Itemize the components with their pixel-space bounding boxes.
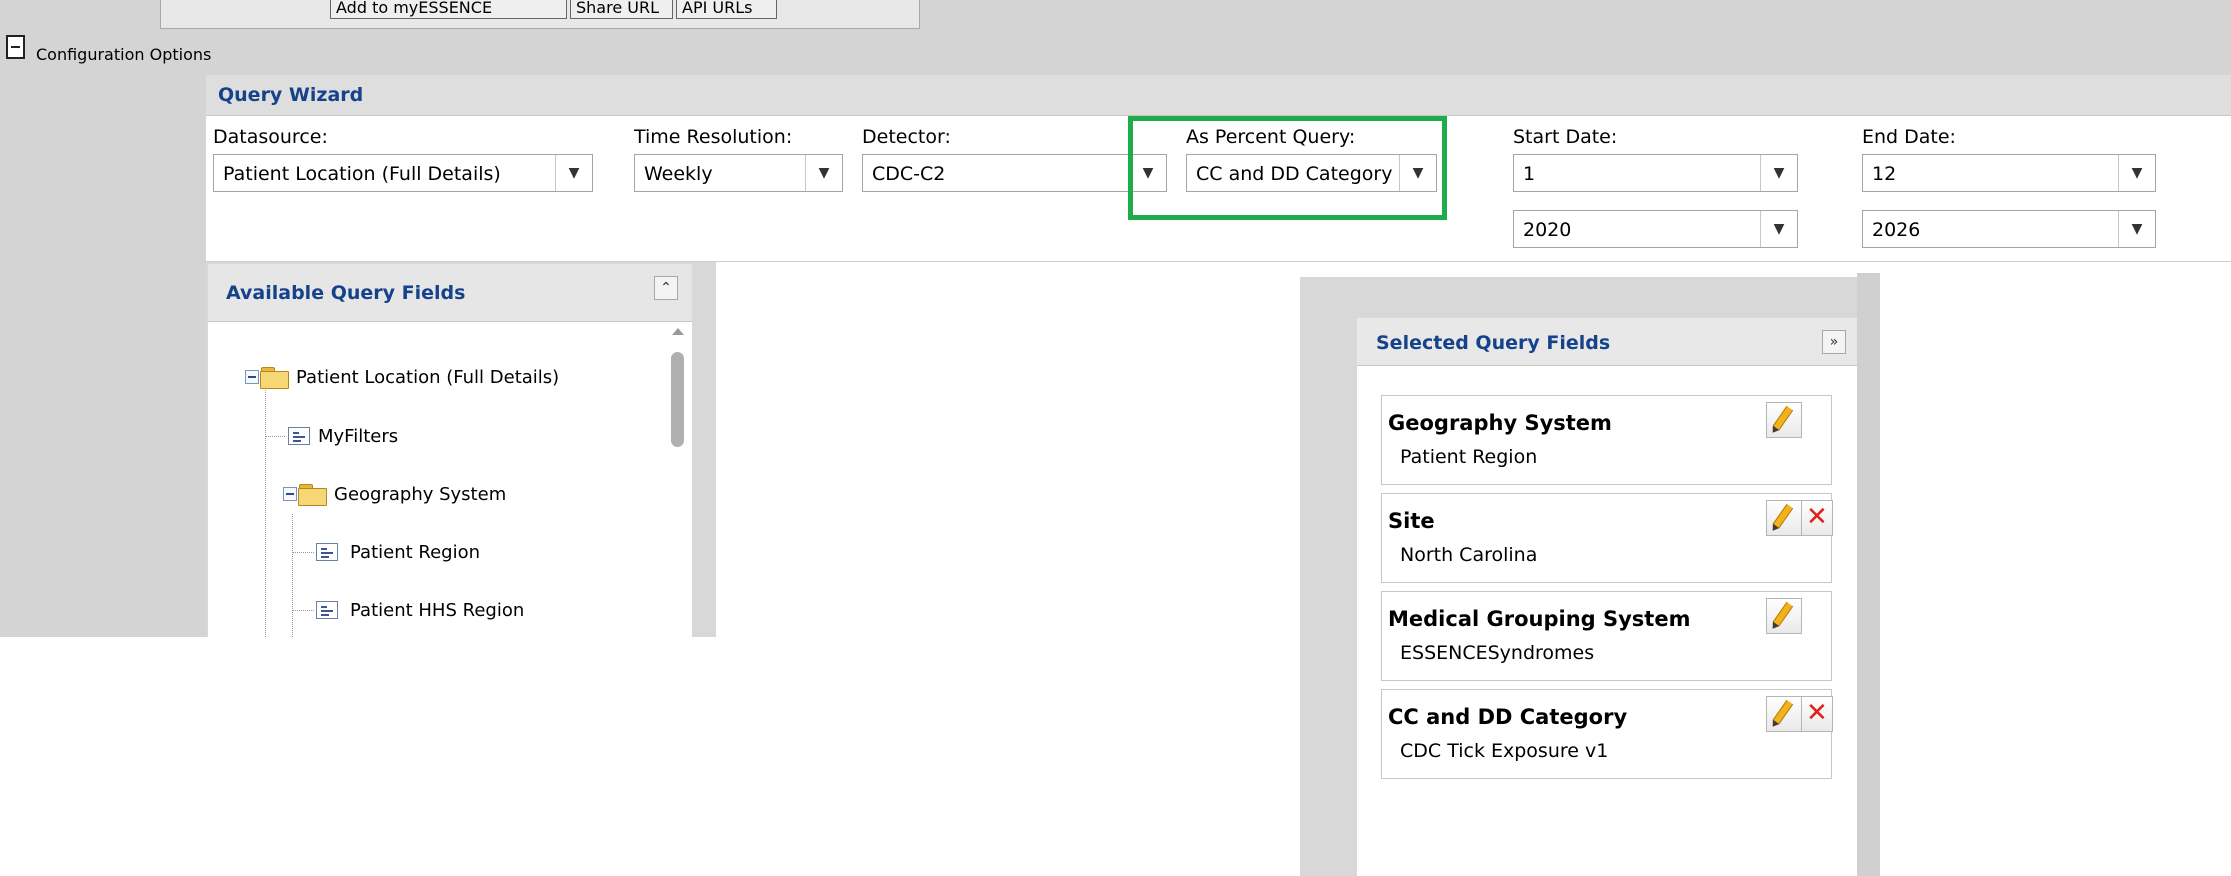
chevron-down-icon[interactable]: ▼: [2118, 155, 2155, 191]
end-month-value: 12: [1872, 163, 1897, 185]
chevron-down-icon[interactable]: ▼: [805, 155, 842, 191]
pencil-icon: [1772, 699, 1794, 725]
field-icon: [288, 427, 310, 445]
close-icon: ✕: [1806, 698, 1828, 728]
card-value: ESSENCESyndromes: [1400, 642, 1595, 664]
chevron-down-icon[interactable]: ▼: [1760, 155, 1797, 191]
edit-button[interactable]: [1766, 696, 1802, 732]
detector-value: CDC-C2: [872, 163, 946, 185]
edit-button[interactable]: [1766, 402, 1802, 438]
pencil-icon: [1772, 503, 1794, 529]
tree-line: [292, 552, 314, 553]
detector-select[interactable]: CDC-C2 ▼: [862, 154, 1167, 192]
card-title: Site: [1388, 509, 1435, 533]
collapse-icon[interactable]: [6, 35, 25, 59]
start-year-select[interactable]: 2020 ▼: [1513, 210, 1798, 248]
available-fields-title: Available Query Fields: [226, 282, 466, 304]
datasource-select[interactable]: Patient Location (Full Details) ▼: [213, 154, 593, 192]
delete-button[interactable]: ✕: [1801, 696, 1833, 732]
selected-field-card: Geography System Patient Region: [1381, 395, 1832, 485]
scroll-up-icon[interactable]: [672, 328, 684, 335]
end-date-label: End Date:: [1862, 126, 1956, 148]
time-resolution-label: Time Resolution:: [634, 126, 793, 148]
time-resolution-value: Weekly: [644, 163, 713, 185]
tree-line: [292, 514, 293, 637]
card-value: North Carolina: [1400, 544, 1538, 566]
field-icon: [316, 601, 338, 619]
tree-item-geography-system[interactable]: Geography System: [334, 484, 506, 506]
card-title: CC and DD Category: [1388, 705, 1628, 729]
tree-item-patient-location[interactable]: Patient Location (Full Details): [296, 367, 559, 389]
pencil-icon: [1772, 405, 1794, 431]
expand-right-icon[interactable]: »: [1822, 330, 1846, 354]
tree-line: [292, 610, 314, 611]
end-year-select[interactable]: 2026 ▼: [1862, 210, 2156, 248]
folder-icon: [298, 484, 327, 506]
pencil-icon: [1772, 601, 1794, 627]
left-gutter: [0, 75, 206, 637]
card-title: Medical Grouping System: [1388, 607, 1691, 631]
collapse-up-icon[interactable]: ⌃: [654, 276, 678, 300]
tree-collapse-icon[interactable]: [283, 487, 297, 501]
end-year-value: 2026: [1872, 219, 1921, 241]
chevron-down-icon[interactable]: ▼: [555, 155, 592, 191]
api-urls-button[interactable]: API URLs: [676, 0, 777, 19]
config-options-bar: [0, 33, 2231, 75]
close-icon: ✕: [1806, 502, 1828, 532]
tree-item-patient-region[interactable]: Patient Region: [350, 542, 480, 564]
datasource-label: Datasource:: [213, 126, 328, 148]
start-month-value: 1: [1523, 163, 1536, 185]
folder-icon: [260, 367, 289, 389]
tree-item-myfilters[interactable]: MyFilters: [318, 426, 398, 448]
query-wizard-header: [206, 75, 2231, 116]
card-value: Patient Region: [1400, 446, 1538, 468]
edit-button[interactable]: [1766, 598, 1802, 634]
chevron-down-icon[interactable]: ▼: [2118, 211, 2155, 247]
field-icon: [316, 543, 338, 561]
datasource-value: Patient Location (Full Details): [223, 163, 501, 185]
end-month-select[interactable]: 12 ▼: [1862, 154, 2156, 192]
selected-fields-title: Selected Query Fields: [1376, 332, 1611, 354]
share-url-button[interactable]: Share URL: [570, 0, 673, 19]
add-to-myessence-button[interactable]: Add to myESSENCE: [330, 0, 567, 19]
start-month-select[interactable]: 1 ▼: [1513, 154, 1798, 192]
start-date-label: Start Date:: [1513, 126, 1618, 148]
delete-button[interactable]: ✕: [1801, 500, 1833, 536]
tree-collapse-icon[interactable]: [245, 370, 259, 384]
query-wizard-title: Query Wizard: [218, 84, 364, 106]
available-fields-scrollbar[interactable]: [664, 322, 692, 637]
time-resolution-select[interactable]: Weekly ▼: [634, 154, 843, 192]
config-options-label: Configuration Options: [36, 45, 212, 64]
selected-field-card: Site North Carolina ✕: [1381, 493, 1833, 583]
selected-field-card: CC and DD Category CDC Tick Exposure v1 …: [1381, 689, 1833, 779]
card-value: CDC Tick Exposure v1: [1400, 740, 1609, 762]
selected-fields-scrollbar[interactable]: [1857, 273, 1880, 876]
tree-item-patient-hhs-region[interactable]: Patient HHS Region: [350, 600, 524, 622]
scroll-thumb[interactable]: [671, 352, 684, 447]
start-year-value: 2020: [1523, 219, 1572, 241]
highlight-box: [1128, 116, 1447, 220]
selected-field-card: Medical Grouping System ESSENCESyndromes: [1381, 591, 1832, 681]
chevron-down-icon[interactable]: ▼: [1760, 211, 1797, 247]
card-title: Geography System: [1388, 411, 1612, 435]
edit-button[interactable]: [1766, 500, 1802, 536]
detector-label: Detector:: [862, 126, 951, 148]
tree-line: [265, 390, 266, 637]
tree-line: [265, 436, 285, 437]
